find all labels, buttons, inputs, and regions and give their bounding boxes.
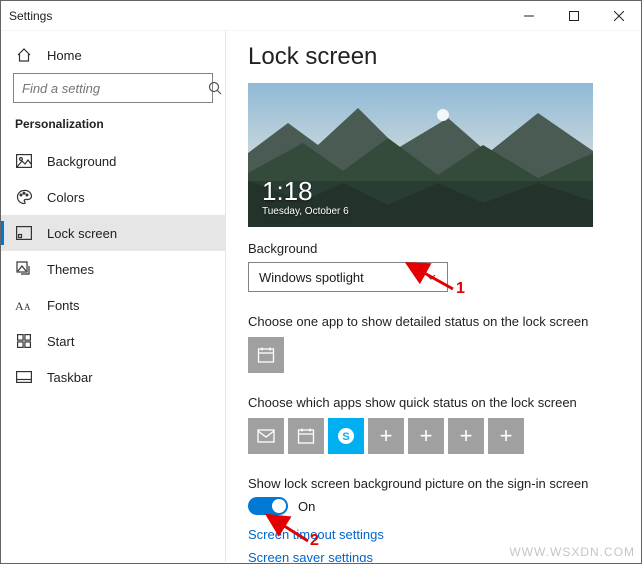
calendar-icon	[257, 346, 275, 364]
picture-icon	[15, 152, 33, 170]
home-label: Home	[47, 48, 82, 63]
sidebar: Home Personalization Background	[1, 31, 226, 562]
quick-status-tile-add[interactable]: +	[448, 418, 484, 454]
svg-text:S: S	[342, 431, 349, 443]
background-dropdown[interactable]: Windows spotlight	[248, 262, 448, 292]
chevron-down-icon	[425, 271, 437, 283]
background-label: Background	[248, 241, 621, 256]
svg-text:A: A	[24, 302, 31, 312]
sidebar-item-label: Start	[47, 334, 74, 349]
dropdown-value: Windows spotlight	[259, 270, 364, 285]
calendar-icon	[297, 427, 315, 445]
start-icon	[15, 332, 33, 350]
skype-icon: S	[336, 426, 356, 446]
mail-icon	[257, 429, 275, 443]
preview-date: Tuesday, October 6	[262, 206, 349, 217]
quick-status-tile-add[interactable]: +	[368, 418, 404, 454]
signin-picture-toggle[interactable]	[248, 497, 288, 515]
sidebar-item-label: Background	[47, 154, 116, 169]
quick-status-tile-calendar[interactable]	[288, 418, 324, 454]
lock-screen-preview: 1:18 Tuesday, October 6	[248, 83, 593, 227]
content-area: Lock screen	[226, 31, 641, 562]
plus-icon: +	[380, 423, 393, 449]
close-button[interactable]	[596, 1, 641, 31]
fonts-icon: AA	[15, 296, 33, 314]
search-icon	[208, 74, 222, 102]
quick-status-tile-mail[interactable]	[248, 418, 284, 454]
search-input[interactable]	[14, 81, 208, 96]
svg-text:1: 1	[456, 280, 465, 297]
sidebar-item-fonts[interactable]: AA Fonts	[1, 287, 225, 323]
titlebar: Settings	[1, 1, 641, 31]
sidebar-item-themes[interactable]: Themes	[1, 251, 225, 287]
page-title: Lock screen	[248, 43, 621, 71]
maximize-button[interactable]	[551, 1, 596, 31]
minimize-button[interactable]	[506, 1, 551, 31]
themes-icon	[15, 260, 33, 278]
sidebar-item-colors[interactable]: Colors	[1, 179, 225, 215]
preview-clock: 1:18 Tuesday, October 6	[262, 178, 349, 217]
svg-text:A: A	[15, 299, 24, 312]
quick-status-tile-add[interactable]: +	[408, 418, 444, 454]
settings-window: Settings Home	[0, 0, 642, 564]
lock-screen-icon	[15, 224, 33, 242]
maximize-icon	[569, 11, 579, 21]
preview-time: 1:18	[262, 178, 349, 204]
watermark: WWW.WSXDN.COM	[509, 545, 635, 559]
quick-status-label: Choose which apps show quick status on t…	[248, 395, 621, 410]
search-box[interactable]	[13, 73, 213, 103]
plus-icon: +	[460, 423, 473, 449]
sidebar-item-start[interactable]: Start	[1, 323, 225, 359]
home-nav[interactable]: Home	[1, 37, 225, 73]
screen-timeout-link[interactable]: Screen timeout settings	[248, 527, 621, 542]
detailed-status-label: Choose one app to show detailed status o…	[248, 314, 621, 329]
sidebar-item-lock-screen[interactable]: Lock screen	[1, 215, 225, 251]
signin-picture-label: Show lock screen background picture on t…	[248, 476, 621, 491]
quick-status-tile-skype[interactable]: S	[328, 418, 364, 454]
sidebar-item-label: Fonts	[47, 298, 80, 313]
plus-icon: +	[500, 423, 513, 449]
sidebar-item-background[interactable]: Background	[1, 143, 225, 179]
sidebar-item-label: Themes	[47, 262, 94, 277]
sidebar-item-label: Taskbar	[47, 370, 93, 385]
quick-status-tile-add[interactable]: +	[488, 418, 524, 454]
close-icon	[614, 11, 624, 21]
detailed-status-app-tile[interactable]	[248, 337, 284, 373]
sidebar-item-taskbar[interactable]: Taskbar	[1, 359, 225, 395]
sidebar-item-label: Lock screen	[47, 226, 117, 241]
palette-icon	[15, 188, 33, 206]
section-header: Personalization	[1, 113, 225, 143]
home-icon	[15, 46, 33, 64]
taskbar-icon	[15, 368, 33, 386]
toggle-state-label: On	[298, 499, 315, 514]
window-title: Settings	[9, 9, 52, 23]
minimize-icon	[524, 11, 534, 21]
sidebar-item-label: Colors	[47, 190, 85, 205]
plus-icon: +	[420, 423, 433, 449]
